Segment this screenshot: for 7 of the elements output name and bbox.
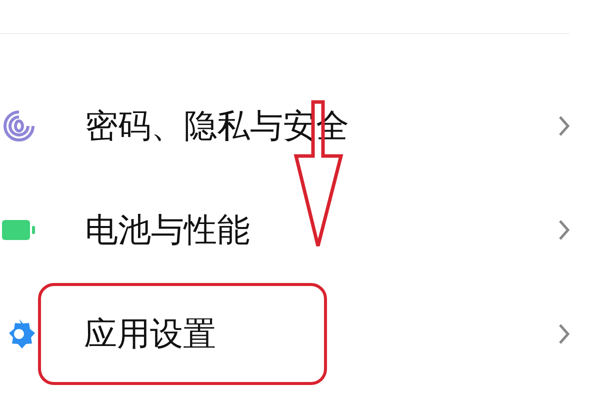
fingerprint-icon xyxy=(2,109,36,143)
setting-label[interactable]: 应用设置 xyxy=(38,283,327,385)
battery-icon xyxy=(2,220,36,240)
chevron-right-icon xyxy=(558,115,570,137)
setting-label[interactable]: 电池与性能 xyxy=(85,210,250,250)
chevron-right-icon xyxy=(558,323,570,345)
chevron-right-icon xyxy=(558,219,570,241)
